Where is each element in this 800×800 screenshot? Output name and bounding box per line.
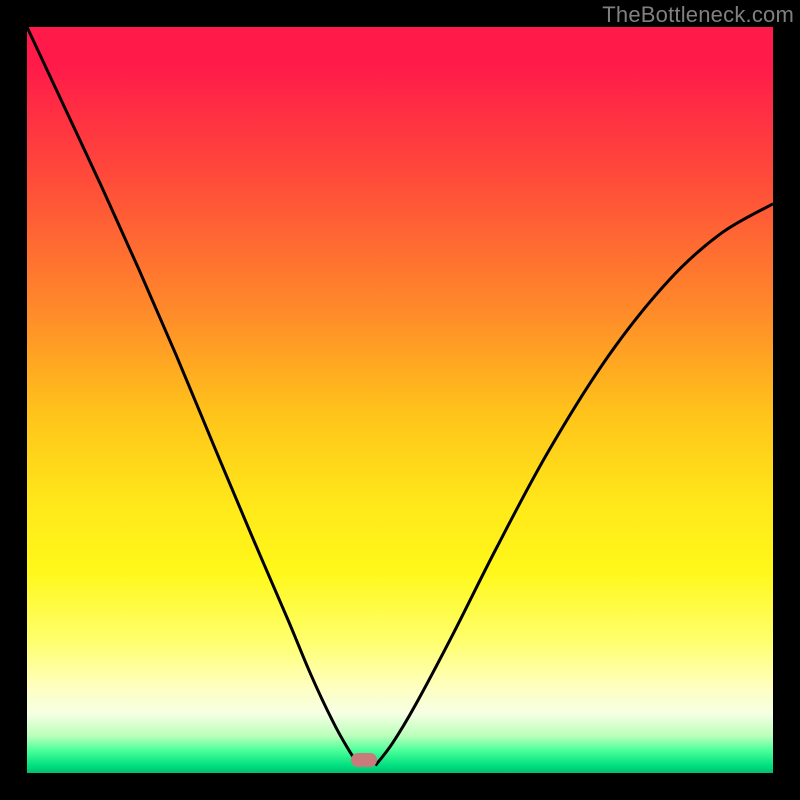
optimal-point-marker [351,753,377,767]
chart-frame: TheBottleneck.com [0,0,800,800]
curve-left-branch [27,27,359,766]
curve-right-branch [375,204,773,766]
bottleneck-curve [27,27,773,773]
watermark-text: TheBottleneck.com [602,2,794,28]
plot-area [27,27,773,773]
